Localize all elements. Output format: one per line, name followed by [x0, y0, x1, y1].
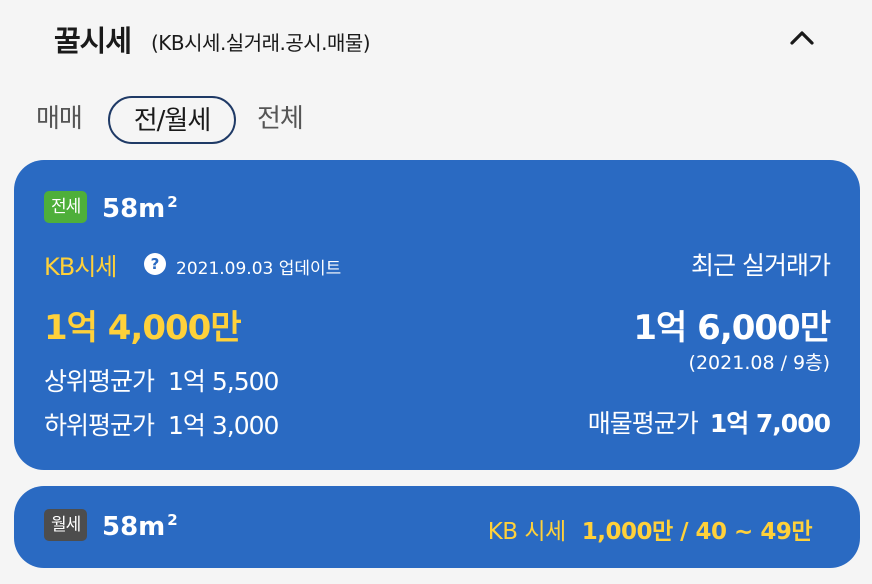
rent-kb-label: KB 시세 [487, 519, 567, 545]
tab-sale[interactable]: 매매 [36, 96, 83, 144]
lower-average-row: 하위평균가 1억 3,000 [44, 406, 279, 442]
listing-average-value: 1억 7,000 [709, 409, 831, 438]
section-subtitle: (KB시세.실거래.공시.매물) [151, 31, 371, 55]
listing-average-label: 매물평균가 [587, 409, 699, 438]
upper-average-row: 상위평균가 1억 5,500 [44, 362, 279, 398]
chevron-up-icon [790, 31, 814, 45]
section-title: 꿀시세 [54, 24, 132, 58]
area-label: 58m 2 [102, 193, 178, 224]
section-header: 꿀시세 (KB시세.실거래.공시.매물) [0, 0, 872, 80]
rent-kb-value: 1,000만 / 40 ~ 49만 [581, 519, 813, 545]
kb-price-value: 1억 4,000만 [44, 308, 242, 348]
tab-all[interactable]: 전체 [257, 96, 304, 144]
area-label: 58m 2 [102, 511, 178, 542]
tab-bar: 매매 전/월세 전체 [0, 96, 872, 146]
upper-average-value: 1억 5,500 [168, 367, 279, 396]
wolse-card[interactable]: 월세 58m 2 KB 시세 1,000만 / 40 ~ 49만 [14, 486, 860, 568]
recent-deal-label: 최근 실거래가 [691, 251, 831, 280]
listing-average-row: 매물평균가 1억 7,000 [587, 404, 831, 440]
lower-average-value: 1억 3,000 [168, 411, 279, 440]
kb-price-label: KB시세 [44, 253, 117, 281]
area-value: 58m [102, 512, 166, 542]
jeonse-badge: 전세 [44, 191, 88, 223]
jeonse-card[interactable]: 전세 58m 2 KB시세 ? 2021.09.03 업데이트 1억 4,000만… [14, 160, 860, 470]
area-value: 58m [102, 194, 166, 224]
collapse-button[interactable] [784, 20, 820, 56]
rent-kb-price: KB 시세 1,000만 / 40 ~ 49만 [487, 512, 813, 546]
upper-average-label: 상위평균가 [44, 367, 155, 396]
recent-deal-price: 1억 6,000만 [633, 308, 831, 348]
wolse-badge: 월세 [44, 509, 88, 541]
area-unit-sup: 2 [167, 193, 178, 211]
update-date: 2021.09.03 업데이트 [176, 259, 342, 279]
question-circle-icon[interactable]: ? [144, 253, 166, 275]
recent-deal-date: (2021.08 / 9층) [688, 352, 830, 374]
area-unit-sup: 2 [167, 511, 178, 529]
lower-average-label: 하위평균가 [44, 411, 155, 440]
tab-jeonse-wolse[interactable]: 전/월세 [108, 96, 236, 144]
